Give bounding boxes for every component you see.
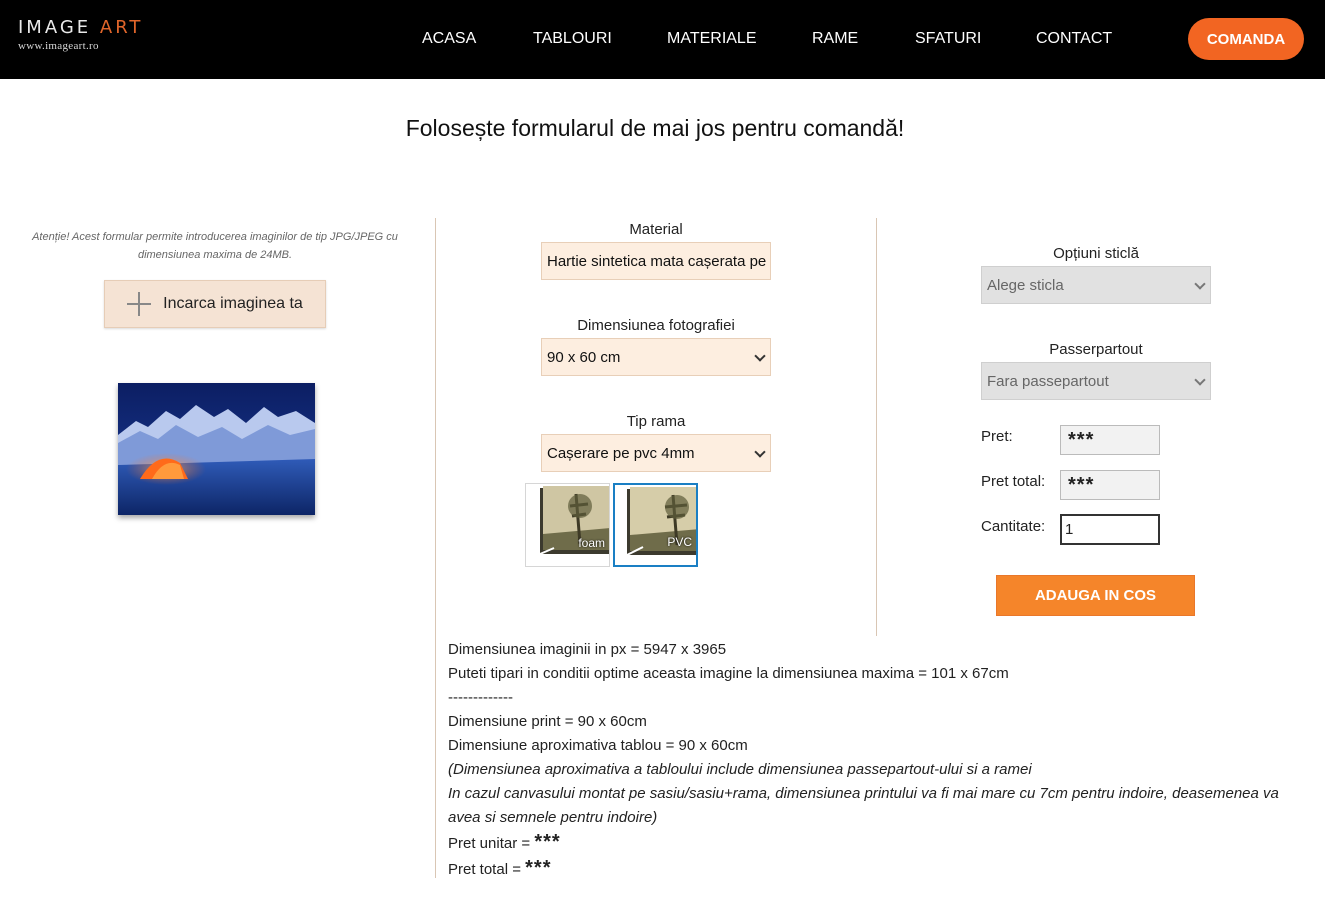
nav-item-contact[interactable]: CONTACT [1036,30,1112,48]
canvas-note: In cazul canvasului montat pe sasiu/sasi… [448,785,1279,826]
frame-option-foam[interactable]: foam [525,483,610,567]
frame-option-pvc[interactable]: PVC [613,483,698,567]
info-total-value: *** [525,857,552,879]
upload-button-label: Incarca imaginea ta [163,295,303,312]
logo-url: www.imageart.ro [18,40,99,52]
glass-select[interactable]: Alege sticla [981,266,1211,304]
print-size: Dimensiune print = 90 x 60cm [448,713,647,730]
nav-item-materiale[interactable]: MATERIALE [667,30,757,48]
quantity-label: Cantitate: [981,518,1046,535]
chevron-down-icon [1194,374,1206,386]
passepartout-label: Passerpartout [1049,341,1143,358]
material-select[interactable]: Hartie sintetica mata cașerata pe [541,242,771,280]
glass-label: Opțiuni sticlă [1053,245,1139,262]
material-select-value: Hartie sintetica mata cașerata pe [547,252,767,270]
logo[interactable]: IMAGE ART www.imageart.ro [18,17,144,53]
site-header: IMAGE ART www.imageart.ro ACASA TABLOURI… [0,0,1325,79]
quantity-input[interactable]: 1 [1060,514,1160,545]
unit-price-label: Pret unitar = [448,835,531,852]
plus-icon [127,292,152,316]
info-total-label: Pret total = [448,861,521,878]
size-label: Dimensiunea fotografiei [577,317,735,334]
separator: ------------- [448,689,513,706]
column-divider-left [435,218,436,878]
frame-label: Tip rama [626,413,686,430]
nav-item-acasa[interactable]: ACASA [422,30,476,48]
price-field: *** [1060,425,1160,455]
page-title: Folosește formularul de mai jos pentru c… [405,115,905,141]
order-button[interactable]: COMANDA [1188,18,1304,60]
foam-board-thumbnail [526,484,609,566]
nav-item-sfaturi[interactable]: SFATURI [915,30,981,48]
material-label: Material [629,221,683,238]
logo-text: IMAGE ART [18,17,144,38]
total-price-line: Pret total = *** [448,856,1308,882]
size-select[interactable]: 90 x 60 cm [541,338,771,376]
passepartout-select[interactable]: Fara passepartout [981,362,1211,400]
glass-select-value: Alege sticla [987,276,1064,294]
chevron-down-icon [1194,278,1206,290]
passepartout-select-value: Fara passepartout [987,372,1109,390]
price-label: Pret: [981,428,1013,445]
chevron-down-icon [754,446,766,458]
pvc-board-thumbnail [615,485,696,565]
uploaded-image-preview [118,383,315,515]
approx-painting-size: Dimensiune aproximativa tablou = 90 x 60… [448,737,748,754]
thumb-label-foam: foam [578,536,605,550]
max-print-size: Puteti tipari in conditii optime aceasta… [448,665,1009,682]
total-price-label: Pret total: [981,473,1046,490]
chevron-down-icon [754,350,766,362]
image-pixel-size: Dimensiunea imaginii in px = 5947 x 3965 [448,641,727,658]
unit-price-line: Pret unitar = *** [448,830,1308,856]
upload-image-button[interactable]: Incarca imaginea ta [104,280,326,328]
tent-landscape-image [118,383,315,515]
total-price-field: *** [1060,470,1160,500]
unit-price-value: *** [534,831,561,853]
upload-notice: Atenție! Acest formular permite introduc… [32,231,398,261]
size-select-value: 90 x 60 cm [547,348,621,366]
size-note: (Dimensiunea aproximativa a tabloului in… [448,761,1032,778]
column-divider-right [876,218,877,636]
order-details: Dimensiunea imaginii in px = 5947 x 3965… [448,638,1308,882]
add-to-cart-button[interactable]: ADAUGA IN COS [996,575,1195,616]
nav-item-tablouri[interactable]: TABLOURI [533,30,612,48]
frame-select-value: Cașerare pe pvc 4mm [547,444,695,462]
nav-item-rame[interactable]: RAME [812,30,858,48]
thumb-label-pvc: PVC [667,535,692,549]
frame-select[interactable]: Cașerare pe pvc 4mm [541,434,771,472]
